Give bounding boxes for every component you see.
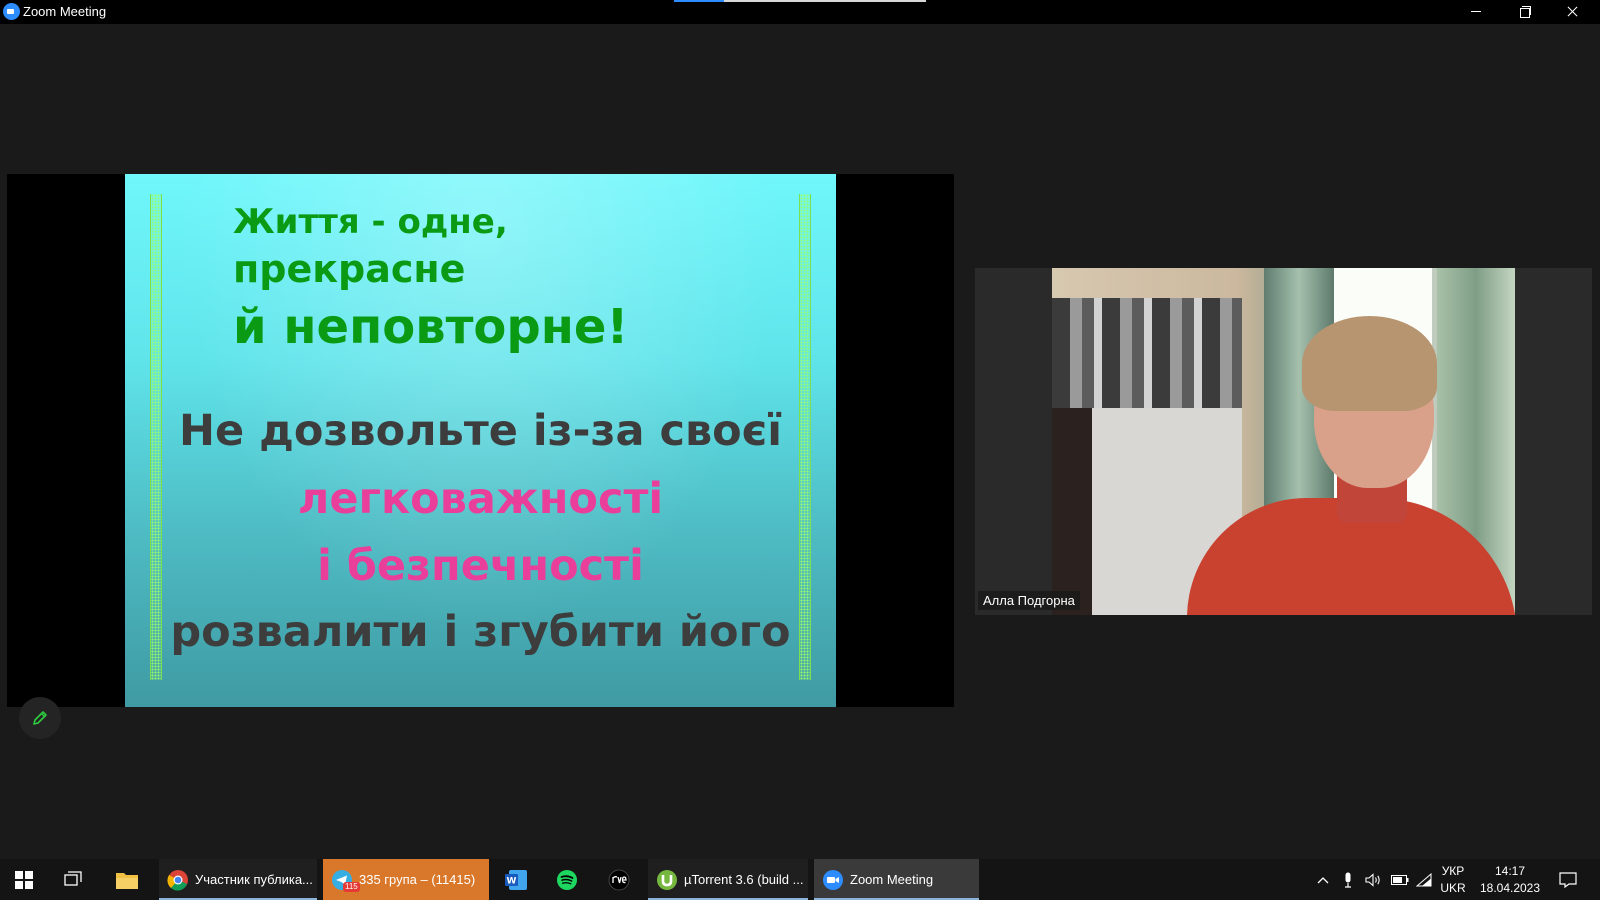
folder-icon [116,872,138,889]
taskbar-app-chrome[interactable]: Участник публика... [159,859,317,900]
zoom-icon [823,869,843,890]
shared-screen: Життя - одне, прекрасне й неповторне! Не… [7,174,954,707]
taskbar-app-utorrent[interactable]: µTorrent 3.6 (build ... [648,859,808,900]
taskbar-app-label: µTorrent 3.6 (build ... [684,872,804,887]
slide-line-6: і безпечності [317,541,644,591]
input-language-indicator[interactable]: УКР UKR [1437,863,1469,897]
keyboard-layout: UKR [1440,881,1466,895]
taskbar-app-label: Участник публика... [195,872,313,887]
taskbar-app-telegram[interactable]: 335 група – (11415) 115 [323,859,489,900]
microphone-icon [1345,872,1351,888]
file-explorer-button[interactable] [103,859,151,900]
utorrent-icon [657,869,677,890]
wifi-icon [1416,872,1432,886]
volume-tray-button[interactable] [1362,859,1386,900]
show-hidden-icons-button[interactable] [1312,859,1334,900]
slide-line-5: легковажності [297,474,664,524]
battery-tray-button[interactable] [1388,859,1412,900]
chrome-icon [167,869,188,891]
slide-line-3: й неповторне! [233,299,629,355]
presentation-slide: Життя - одне, прекрасне й неповторне! Не… [125,174,836,707]
rave-app-button[interactable] [595,859,643,900]
participant-video-tile[interactable]: Алла Подгорна [975,268,1592,615]
unread-badge: 115 [343,882,360,892]
title-bar: Zoom Meeting [0,0,1600,24]
slide-line-1: Життя - одне, [233,202,508,242]
spotify-icon [557,869,577,890]
clock-time: 14:17 [1494,864,1526,878]
task-view-button[interactable] [50,859,98,900]
windows-taskbar: Участник публика... 335 група – (11415) … [0,859,1600,900]
network-tray-button[interactable] [1413,859,1435,900]
restore-button[interactable] [1500,0,1548,24]
spotify-button[interactable] [543,859,591,900]
window-title: Zoom Meeting [23,4,107,19]
annotate-button[interactable] [19,697,61,739]
taskbar-app-zoom[interactable]: Zoom Meeting [814,859,979,900]
system-clock[interactable]: 14:17 18.04.2023 [1470,863,1550,897]
word-button[interactable]: W [492,859,540,900]
slide-line-7: розвалити і згубити його [170,607,791,657]
language-short: УКР [1441,864,1465,878]
close-button[interactable] [1548,0,1596,24]
slide-line-2: прекрасне [233,247,466,291]
microphone-tray-button[interactable] [1338,859,1358,900]
notification-icon [1559,871,1577,888]
battery-icon [1391,874,1409,885]
action-center-button[interactable] [1553,859,1583,900]
word-icon: W [505,869,527,890]
zoom-app-icon [3,3,20,20]
taskbar-app-label: Zoom Meeting [850,872,934,887]
slide-line-4: Не дозвольте із-за своєї [179,406,782,456]
pencil-icon [33,711,47,725]
participant-name-label: Алла Подгорна [978,591,1080,610]
minimize-button[interactable] [1452,0,1500,24]
participant-video [1052,268,1515,615]
clock-date: 18.04.2023 [1479,881,1541,895]
taskbar-app-label: 335 група – (11415) [359,872,476,887]
start-button[interactable] [0,859,48,900]
sharing-indicator-accent [674,0,724,2]
speaker-icon [1365,872,1380,887]
chevron-up-icon [1317,876,1329,883]
svg-text:W: W [507,876,517,886]
task-view-icon [64,870,82,886]
rave-icon [608,869,630,890]
windows-logo-icon [15,870,33,889]
